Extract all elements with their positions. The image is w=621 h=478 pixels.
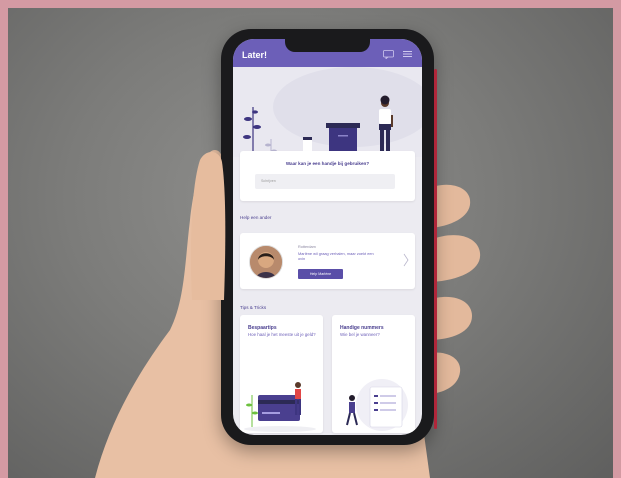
app-title: Later! [242, 50, 268, 60]
help-request-card: Waar kan je een handje bij gebruiken? Sc… [240, 151, 415, 201]
thumb-overlay [190, 151, 226, 300]
phone-notch [285, 39, 370, 52]
tip-title: Bespaartips [248, 325, 277, 331]
hero-illustration [233, 67, 422, 157]
help-question: Waar kan je een handje bij gebruiken? [285, 161, 370, 166]
phone-device: Later! Waar kan je een handje bij gebrui… [221, 29, 437, 445]
tip-subtitle: Wie bel je wanneer? [340, 332, 380, 337]
search-placeholder: Schrijven [261, 179, 276, 183]
menu-icon[interactable] [403, 50, 412, 58]
person-card[interactable]: Rotterdam Marlène wil graag verhalen, ma… [240, 233, 415, 289]
help-person-button[interactable]: Help Marlène [298, 269, 343, 279]
tip-card-numbers[interactable]: Handige nummers Wie bel je wanneer? [332, 315, 415, 433]
section-help-someone: Help een ander [240, 215, 272, 220]
tip-subtitle: Hoe haal je het meeste uit je geld? [248, 332, 316, 337]
phone-edge [434, 69, 437, 429]
person-description: Marlène wil graag verhalen, maar zoekt e… [298, 251, 374, 261]
person-location: Rotterdam [298, 245, 316, 249]
section-tips: Tips & Tricks [240, 305, 267, 310]
tip-title: Handige nummers [340, 325, 384, 331]
chat-icon[interactable] [383, 50, 394, 59]
money-illustration [244, 382, 316, 432]
phonebook-illustration [346, 379, 408, 431]
chevron-right-icon[interactable] [403, 253, 409, 267]
app-screen: Later! Waar kan je een handje bij gebrui… [233, 39, 422, 435]
help-search-input[interactable]: Schrijven [255, 174, 395, 189]
tip-card-budget[interactable]: Bespaartips Hoe haal je het meeste uit j… [240, 315, 323, 433]
avatar [249, 245, 283, 279]
